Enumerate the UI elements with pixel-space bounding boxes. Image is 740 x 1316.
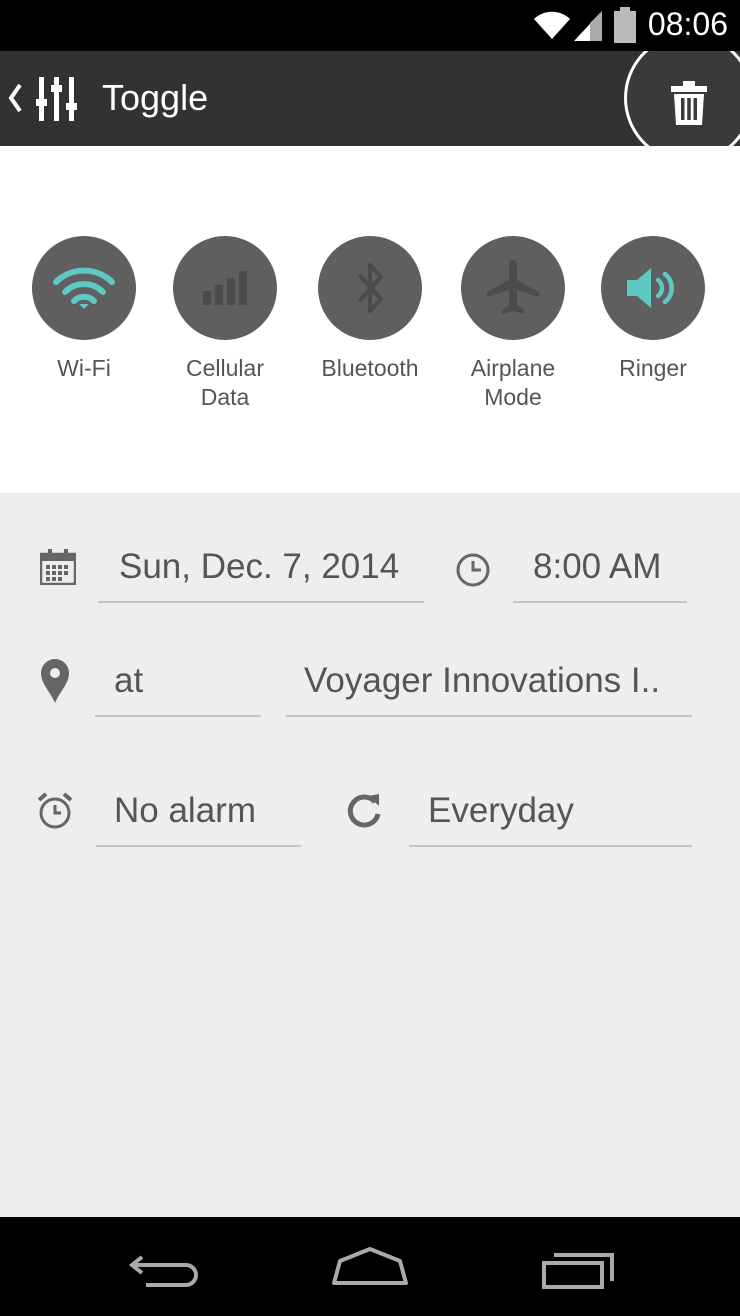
toggle-airplane-mode-circle[interactable] (461, 236, 565, 340)
wifi-icon (53, 267, 115, 309)
back-arrow-icon[interactable] (6, 81, 24, 115)
clock-icon (456, 553, 490, 587)
toggle-ringer[interactable]: Ringer (578, 236, 728, 383)
bluetooth-icon (357, 263, 383, 313)
toggle-panel: Wi-Fi Cellular Data Bluetooth Airplane M… (0, 146, 740, 493)
airplane-icon (487, 260, 539, 314)
toggle-bluetooth-label: Bluetooth (321, 355, 419, 381)
alarm-clock-icon (37, 792, 73, 829)
signal-icon (203, 271, 247, 305)
repeat-field[interactable]: Everyday (409, 791, 692, 847)
toggle-airplane-mode-label: Airplane Mode (470, 355, 556, 410)
home-icon[interactable] (330, 1245, 410, 1289)
status-time: 08:06 (647, 6, 728, 42)
back-icon[interactable] (128, 1249, 200, 1289)
equalizer-icon (36, 77, 77, 121)
toggle-cellular-data-circle[interactable] (173, 236, 277, 340)
toggle-wifi-label: Wi-Fi (57, 355, 111, 381)
location-field[interactable]: Voyager Innovations I.. (286, 661, 692, 717)
nav-bar (0, 1217, 740, 1316)
signal-icon (574, 11, 602, 41)
page-title: Toggle (102, 77, 209, 118)
schedule-form: Sun, Dec. 7, 2014 8:00 AM at Voyager Inn… (0, 493, 740, 1217)
location-prefix-field[interactable]: at (95, 661, 261, 717)
speaker-icon (627, 268, 674, 308)
toggle-wifi[interactable]: Wi-Fi (9, 236, 159, 383)
toggle-cellular-data[interactable]: Cellular Data (150, 236, 300, 412)
toggle-airplane-mode[interactable]: Airplane Mode (438, 236, 588, 412)
calendar-icon (40, 549, 76, 585)
toggle-ringer-circle[interactable] (601, 236, 705, 340)
date-field[interactable]: Sun, Dec. 7, 2014 (98, 547, 424, 603)
toggle-ringer-label: Ringer (619, 355, 687, 381)
trash-icon (671, 81, 707, 125)
repeat-icon (347, 794, 381, 828)
delete-button[interactable] (624, 51, 740, 146)
battery-icon (614, 7, 636, 43)
toggle-bluetooth-circle[interactable] (318, 236, 422, 340)
toggle-cellular-data-label: Cellular Data (186, 355, 264, 410)
status-icons (532, 7, 638, 43)
toggle-wifi-circle[interactable] (32, 236, 136, 340)
action-bar: Toggle (0, 51, 740, 146)
time-field[interactable]: 8:00 AM (513, 547, 687, 603)
status-bar: 08:06 (0, 0, 740, 51)
location-pin-icon (41, 659, 69, 703)
wifi-icon (534, 11, 570, 39)
recents-icon[interactable] (540, 1249, 616, 1291)
alarm-field[interactable]: No alarm (96, 791, 301, 847)
toggle-bluetooth[interactable]: Bluetooth (295, 236, 445, 383)
